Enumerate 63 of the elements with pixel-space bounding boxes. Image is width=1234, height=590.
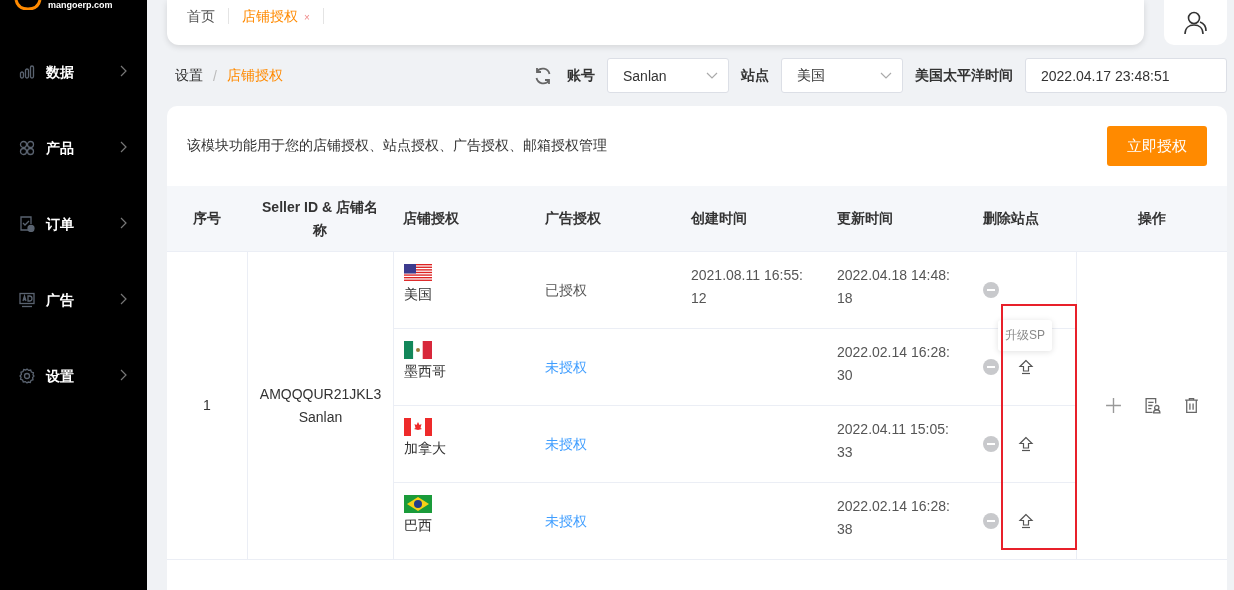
flag-icon	[404, 418, 432, 436]
grid-icon	[19, 140, 35, 156]
nav-item[interactable]: 数据	[0, 62, 147, 138]
site-label: 站点	[741, 66, 769, 85]
description-text: 该模块功能用于您的店铺授权、站点授权、广告授权、邮箱授权管理	[187, 137, 607, 155]
column-header: 序号	[167, 186, 247, 252]
chevron-icon	[119, 293, 127, 305]
site-name: 巴西	[404, 516, 433, 535]
time-field[interactable]: 2022.04.17 23:48:51	[1025, 58, 1227, 93]
column-header: 创建时间	[681, 186, 827, 252]
table-cell-text: 2022.04.11 15:05:33	[837, 420, 950, 462]
site-name: 加拿大	[404, 439, 447, 458]
timezone-label: 美国太平洋时间	[915, 66, 1013, 85]
nav-item[interactable]: 产品	[0, 138, 147, 214]
account-label: 账号	[567, 66, 595, 85]
chevron-icon	[119, 369, 127, 381]
chevron-icon	[119, 217, 127, 229]
breadcrumb-separator: /	[213, 67, 217, 84]
nav-item[interactable]: 设置	[0, 366, 147, 442]
table-cell-text: 2022.04.18 14:48:18	[837, 266, 951, 308]
add-icon[interactable]	[1104, 397, 1122, 414]
column-header: 删除站点	[973, 186, 1077, 252]
logo-text: mangoerp.com	[48, 0, 113, 10]
bar-chart-icon	[19, 64, 35, 80]
account-select[interactable]: Sanlan	[607, 58, 729, 93]
table-cell-text: 2022.02.14 16:28:38	[837, 497, 951, 539]
site-name: 墨西哥	[404, 362, 447, 381]
column-header: Seller ID & 店铺名称	[247, 186, 393, 252]
checklist-icon	[19, 216, 35, 232]
upgrade-icon[interactable]	[1018, 359, 1034, 375]
site-select[interactable]: 美国	[781, 58, 903, 93]
upgrade-icon[interactable]	[1018, 436, 1034, 452]
column-header: 店铺授权	[393, 186, 535, 252]
refresh-icon[interactable]	[533, 65, 553, 86]
upgrade-icon[interactable]	[1018, 513, 1034, 529]
user-document-icon[interactable]	[1143, 397, 1161, 414]
nav-item[interactable]: 订单	[0, 214, 147, 290]
flag-icon	[404, 264, 432, 282]
table-cell: AMQQQUR21JKL3 Sanlan	[247, 252, 393, 560]
table-cell-text: 2021.08.11 16:55:12	[691, 266, 804, 308]
tooltip: 升级SP	[998, 320, 1052, 351]
user-icon	[1182, 9, 1209, 36]
settings-icon	[19, 368, 35, 384]
user-button[interactable]	[1164, 0, 1227, 45]
nav-item[interactable]: 广告	[0, 290, 147, 366]
caret-icon	[880, 71, 892, 80]
ad-screen-icon	[19, 292, 35, 308]
chevron-icon	[119, 141, 127, 153]
column-header: 更新时间	[827, 186, 973, 252]
table-cell-text: 2022.02.14 16:28:30	[837, 343, 951, 385]
breadcrumb-link[interactable]: 设置	[175, 66, 203, 85]
table-cell: 1	[167, 252, 247, 560]
column-header: 操作	[1077, 186, 1227, 252]
trash-icon[interactable]	[1182, 397, 1200, 414]
caret-icon	[706, 71, 718, 80]
page-tab[interactable]: 首页	[187, 7, 228, 25]
column-header: 广告授权	[535, 186, 681, 252]
logo-icon	[14, 0, 44, 10]
flag-icon	[404, 341, 432, 359]
flag-icon	[404, 495, 432, 513]
status-text: 已授权	[545, 280, 587, 300]
chevron-icon	[119, 65, 127, 77]
site-name: 美国	[404, 285, 433, 304]
